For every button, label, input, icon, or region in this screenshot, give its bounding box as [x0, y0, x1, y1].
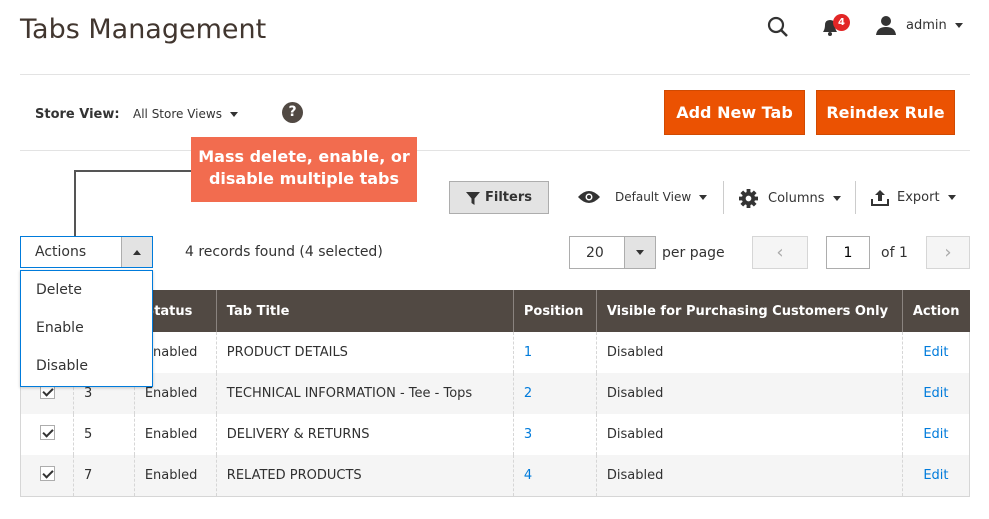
title-cell: DELIVERY & RETURNS: [215, 414, 514, 455]
reindex-rule-button[interactable]: Reindex Rule: [816, 90, 955, 135]
action-cell: Edit: [901, 414, 971, 455]
status-cell: Enabled: [133, 414, 217, 455]
action-cell: Edit: [901, 455, 971, 497]
id-cell: 5: [72, 414, 135, 455]
column-header: Action: [901, 290, 970, 332]
notifications-badge: 4: [833, 14, 850, 31]
search-icon[interactable]: [766, 15, 790, 39]
row-checkbox-cell[interactable]: [20, 455, 74, 497]
position-cell: 1: [512, 332, 597, 373]
add-new-tab-button[interactable]: Add New Tab: [664, 90, 805, 135]
edit-link[interactable]: Edit: [923, 427, 948, 442]
store-view-label: Store View:: [35, 107, 120, 122]
help-icon[interactable]: ?: [282, 102, 303, 123]
action-cell: Edit: [901, 332, 971, 373]
default-view-label: Default View: [615, 190, 692, 204]
columns-menu[interactable]: Columns: [739, 189, 841, 208]
edit-link[interactable]: Edit: [923, 468, 948, 483]
position-value: 3: [523, 427, 533, 442]
position-value: 1: [523, 345, 533, 360]
records-count: 4 records found (4 selected): [185, 244, 383, 260]
action-cell: Edit: [901, 373, 971, 414]
default-view-menu[interactable]: Default View: [577, 189, 708, 205]
divider: [723, 181, 724, 214]
page-title: Tabs Management: [20, 14, 267, 45]
divider: [20, 74, 970, 75]
filter-icon: [466, 191, 480, 205]
status-cell: Enabled: [133, 455, 217, 497]
callout-annotation: Mass delete, enable, or disable multiple…: [191, 137, 417, 202]
next-page-button[interactable]: ›: [926, 236, 970, 269]
filters-label: Filters: [485, 190, 532, 205]
export-label: Export: [897, 190, 940, 205]
columns-label: Columns: [768, 191, 825, 206]
title-cell: PRODUCT DETAILS: [215, 332, 514, 373]
prev-page-button[interactable]: ‹: [752, 236, 808, 269]
chevron-down-icon: [699, 194, 708, 200]
export-menu[interactable]: Export: [871, 189, 956, 206]
position-cell: 4: [512, 455, 597, 497]
action-option-disable[interactable]: Disable: [21, 347, 152, 385]
store-view-select[interactable]: All Store Views: [133, 107, 238, 121]
per-page-value: 20: [586, 244, 604, 261]
table-row: 5 Enabled DELIVERY & RETURNS 3 Disabled …: [20, 414, 971, 455]
user-icon: [876, 16, 896, 35]
chevron-down-icon: [947, 195, 956, 200]
edit-link[interactable]: Edit: [923, 345, 948, 360]
table-row: 3 Enabled TECHNICAL INFORMATION - Tee - …: [20, 373, 971, 414]
page-number-input[interactable]: [826, 236, 870, 269]
chevron-down-icon: [832, 196, 841, 201]
actions-label: Actions: [35, 244, 87, 260]
action-option-enable[interactable]: Enable: [21, 309, 152, 347]
chevron-down-icon: [624, 237, 655, 268]
visible-cell: Disabled: [595, 373, 903, 414]
chevron-up-icon: [121, 237, 152, 267]
per-page-label: per page: [662, 245, 725, 261]
position-value: 4: [523, 467, 533, 483]
position-value: 2: [523, 386, 533, 401]
tabs-grid: IDStatusTab TitlePositionVisible for Pur…: [20, 290, 971, 497]
action-option-delete[interactable]: Delete: [21, 271, 152, 309]
chevron-down-icon: [229, 111, 238, 117]
id-cell: 7: [72, 455, 135, 497]
visible-cell: Disabled: [595, 332, 903, 373]
edit-link[interactable]: Edit: [923, 386, 948, 401]
callout-connector: [74, 170, 191, 236]
title-cell: RELATED PRODUCTS: [215, 455, 514, 497]
table-row: 1 Enabled PRODUCT DETAILS 1 Disabled Edi…: [20, 332, 971, 373]
export-icon: [871, 190, 889, 206]
visible-cell: Disabled: [595, 455, 903, 497]
row-checkbox[interactable]: [40, 425, 55, 440]
user-name: admin: [906, 17, 947, 33]
chevron-down-icon: [954, 22, 963, 28]
title-cell: TECHNICAL INFORMATION - Tee - Tops: [215, 373, 514, 414]
eye-icon: [578, 191, 600, 203]
table-row: 7 Enabled RELATED PRODUCTS 4 Disabled Ed…: [20, 455, 971, 497]
store-view-value: All Store Views: [133, 107, 222, 121]
position-cell: 3: [512, 414, 597, 455]
actions-select[interactable]: Actions: [20, 236, 153, 268]
user-menu[interactable]: admin: [876, 15, 963, 35]
filters-button[interactable]: Filters: [449, 181, 549, 214]
row-checkbox-cell[interactable]: [20, 414, 74, 455]
actions-dropdown: Delete Enable Disable: [20, 270, 153, 387]
per-page-select[interactable]: 20: [569, 236, 656, 269]
visible-cell: Disabled: [595, 414, 903, 455]
column-header[interactable]: Visible for Purchasing Customers Only: [595, 290, 903, 332]
total-pages: of 1: [881, 245, 908, 261]
column-header[interactable]: Position: [512, 290, 597, 332]
gear-icon: [739, 189, 758, 208]
position-cell: 2: [512, 373, 597, 414]
divider: [855, 181, 856, 214]
column-header[interactable]: Tab Title: [215, 290, 514, 332]
divider: [20, 150, 970, 151]
row-checkbox[interactable]: [40, 465, 55, 481]
